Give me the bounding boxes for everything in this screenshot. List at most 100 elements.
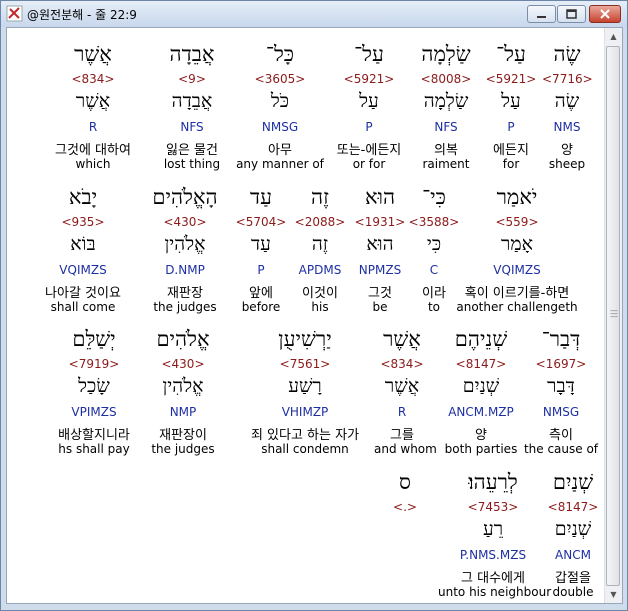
hebrew-word: שְׁנַיִם	[552, 470, 594, 494]
word-analysis-pane[interactable]: שֶׂה <7716> שֶׂה NMS 양 sheep עַל־ <5921> עַל P 에든지…	[6, 27, 623, 604]
word-cell[interactable]: עַד <5704> עַד P 앞에 before	[235, 185, 287, 320]
scroll-down-arrow-icon[interactable]: ▼	[605, 586, 622, 603]
strong-number[interactable]: <9>	[149, 72, 235, 86]
word-cell[interactable]: שֶׂה <7716> שֶׂה NMS 양 sheep	[542, 42, 593, 177]
lemma-word: שְׁנַיִם	[554, 518, 592, 540]
lemma-word: שָׂכַל	[78, 375, 110, 397]
strong-number[interactable]: <1697>	[520, 357, 602, 371]
app-window: @원전분해 - 줄 22:9 שֶׂה <7716> שֶׂה NMS 양 sheep עַ…	[0, 0, 628, 611]
english-gloss: before	[241, 300, 281, 314]
word-cell[interactable]: כָּל־ <3605> כֹּל NMSG 아무 any manner of	[232, 42, 328, 177]
hebrew-word: עַל־	[354, 42, 384, 66]
word-cell[interactable]: שְׁנֵיהֶם <8147> שְׁנַיִם ANCM.MZP 양 both par…	[432, 327, 530, 462]
lemma-word: דָּבָר	[547, 375, 575, 397]
word-cell[interactable]: אֲשֶׁר <834> אֲשֶׁר R 그것에 대하여 which	[43, 42, 143, 177]
english-gloss: the judges	[151, 442, 215, 456]
korean-gloss: 혹이 이르기를-하면	[464, 286, 570, 301]
strong-number[interactable]: <834>	[43, 72, 143, 86]
grammar-code: NFS	[180, 120, 204, 134]
hebrew-word: ס	[399, 470, 411, 494]
lemma-word: כִּי	[426, 233, 442, 255]
word-cell[interactable]: יֹאמַר <559> אָמַר VQIMZS 혹이 이르기를-하면 another …	[453, 185, 581, 320]
lemma-word: שְׁנַיִם	[462, 375, 500, 397]
minimize-button[interactable]	[527, 5, 556, 23]
english-gloss: for	[502, 157, 520, 171]
word-cell[interactable]: דְּבַר־ <1697> דָּבָר NMSG 측이 the cause of	[520, 327, 602, 462]
grammar-code: NPMZS	[358, 263, 402, 277]
english-gloss: any manner of	[236, 157, 324, 171]
scroll-up-arrow-icon[interactable]: ▲	[605, 28, 622, 45]
word-cell[interactable]: אֲבֵדָה <9> אֲבֵדָה NFS 잃은 물건 lost thing	[149, 42, 235, 177]
strong-number[interactable]: <430>	[137, 357, 229, 371]
strong-number[interactable]: <5921>	[480, 72, 542, 86]
maximize-icon	[566, 9, 577, 19]
strong-number[interactable]: <3588>	[404, 215, 464, 229]
english-gloss: his	[311, 300, 329, 314]
word-cell[interactable]: ס <.>	[385, 470, 425, 603]
word-cell[interactable]: אֱלֹהִים <430> אֱלֹהִין NMP 재판장이 the judges	[137, 327, 229, 462]
word-cell[interactable]: יָבֹא <935> בּוֹא VQIMZS 나아갈 것이요 shall come	[38, 185, 128, 320]
word-cell[interactable]: יַרְשִׁיעֻן <7561> רָשַׁע VHIMZP 죄 있다고 하는 자가…	[239, 327, 371, 462]
strong-number[interactable]: <.>	[385, 500, 425, 514]
grammar-code: R	[397, 405, 407, 419]
vertical-scrollbar[interactable]: ▲ — — — ▼	[604, 28, 622, 603]
word-cell[interactable]: הָאֱלֹהִים <430> אֱלֹהִין D.NMP 재판장 the judge…	[145, 185, 225, 320]
word-cell[interactable]: יְשַׁלֵּם <7919> שָׂכַל VPIMZS 배상할지니라 hs shal…	[48, 327, 140, 462]
strong-number[interactable]: <834>	[374, 357, 430, 371]
strong-number[interactable]: <1931>	[352, 215, 408, 229]
english-gloss: to	[427, 300, 441, 314]
close-button[interactable]	[589, 5, 621, 23]
word-cell[interactable]: אֲשֶׁר <834> אֲשֶׁר R 그를 and whom	[374, 327, 437, 462]
title-bar[interactable]: @원전분해 - 줄 22:9	[1, 1, 627, 27]
minimize-icon	[537, 16, 546, 18]
strong-number[interactable]: <7453>	[438, 500, 548, 514]
english-gloss: shall come	[50, 300, 116, 314]
hebrew-word: אֲשֶׁר	[74, 42, 112, 66]
hebrew-word: הוּא	[364, 185, 396, 209]
strong-number[interactable]: <8147>	[541, 500, 605, 514]
strong-number[interactable]: <5704>	[235, 215, 287, 229]
word-cell[interactable]: עַל־ <5921> עַל P 에든지 for	[480, 42, 542, 177]
korean-gloss: 배상할지니라	[58, 428, 130, 443]
word-cell[interactable]: הוּא <1931> הוּא NPMZS 그것 be	[352, 185, 408, 320]
english-gloss: unto his neighbour	[438, 585, 552, 599]
strong-number[interactable]: <2088>	[293, 215, 347, 229]
strong-number[interactable]: <5921>	[329, 72, 409, 86]
korean-gloss: 잃은 물건	[166, 143, 218, 158]
strong-number[interactable]: <7561>	[239, 357, 371, 371]
word-cell[interactable]: עַל־ <5921> עַל P 또는-에든지 or for	[329, 42, 409, 177]
strong-number[interactable]: <3605>	[232, 72, 328, 86]
hebrew-word: שַׂלְמָה	[421, 42, 471, 66]
grammar-code: R	[88, 120, 98, 134]
word-cell[interactable]: כִּי־ <3588> כִּי C 이라 to	[404, 185, 464, 320]
word-cell[interactable]: לְרֵעֵהוּ׃ <7453> רֵעַ P.NMS.MZS 그 대수에게 unto …	[438, 470, 552, 603]
word-cell[interactable]: זֶה <2088> זֶה APDMS 이것이 his	[293, 185, 347, 320]
grip-icon: — — —	[610, 306, 618, 321]
strong-number[interactable]: <8008>	[411, 72, 481, 86]
english-gloss: another challengeth	[456, 300, 578, 314]
scrollbar-thumb[interactable]: — — —	[606, 46, 620, 586]
lemma-word: עַד	[251, 233, 271, 255]
strong-number[interactable]: <7716>	[542, 72, 593, 86]
strong-number[interactable]: <935>	[38, 215, 128, 229]
english-gloss: shall condemn	[261, 442, 349, 456]
grammar-code: NMP	[169, 405, 197, 419]
word-cell[interactable]: שְׁנַיִם <8147> שְׁנַיִם ANCM 갑절을 double	[541, 470, 605, 603]
korean-gloss: 이라	[422, 286, 446, 301]
english-gloss: raiment	[422, 157, 470, 171]
lemma-word: רֵעַ	[482, 518, 504, 540]
strong-number[interactable]: <7919>	[48, 357, 140, 371]
korean-gloss: 그것	[368, 286, 392, 301]
maximize-button[interactable]	[557, 5, 586, 23]
grammar-code: VHIMZP	[281, 405, 329, 419]
korean-gloss: 또는-에든지	[336, 143, 402, 158]
hebrew-word: שֶׂה	[553, 42, 581, 66]
strong-number[interactable]: <559>	[453, 215, 581, 229]
lemma-word: שַׂלְמָה	[423, 90, 469, 112]
english-gloss: sheep	[548, 157, 586, 171]
strong-number[interactable]: <8147>	[432, 357, 530, 371]
strong-number[interactable]: <430>	[145, 215, 225, 229]
english-gloss: the cause of	[523, 442, 599, 456]
english-gloss: the judges	[153, 300, 217, 314]
word-cell[interactable]: שַׂלְמָה <8008> שַׂלְמָה NFS 의복 raiment	[411, 42, 481, 177]
